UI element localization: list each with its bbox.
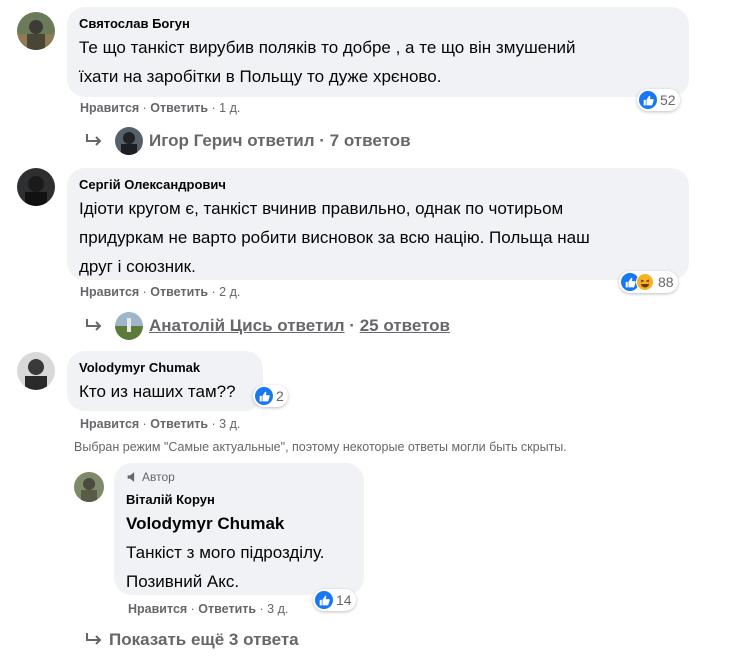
like-link[interactable]: Нравится — [80, 101, 139, 115]
comment-author[interactable]: Volodymyr Chumak — [79, 359, 251, 377]
avatar[interactable] — [17, 12, 55, 50]
reply-arrow-icon — [86, 134, 102, 146]
like-icon — [639, 91, 657, 109]
like-link[interactable]: Нравится — [80, 417, 139, 431]
like-icon — [315, 591, 333, 609]
comment-author[interactable]: Святослав Богун — [79, 15, 677, 33]
avatar — [115, 312, 143, 340]
view-replies[interactable]: Игор Герич ответил · 7 ответов — [83, 127, 411, 155]
timestamp[interactable]: 3 д. — [267, 602, 288, 616]
timestamp[interactable]: 2 д. — [219, 285, 240, 299]
comment-actions: Нравится · Ответить · 3 д. — [80, 417, 241, 431]
show-more-label: Показать ещё 3 ответа — [109, 630, 299, 649]
reply-actions: Нравится · Ответить · 3 д. — [128, 602, 289, 616]
comment-bubble: Святослав Богун Те що танкіст вирубив по… — [67, 7, 689, 97]
reply-bubble: Автор Віталій Корун Volodymyr Chumak Тан… — [114, 463, 364, 595]
comment-text: Те що танкіст вирубив поляків то добре ,… — [79, 38, 576, 86]
comment-author[interactable]: Сергій Олександрович — [79, 176, 677, 194]
reply-link[interactable]: Ответить — [150, 417, 208, 431]
replies-count: 25 ответов — [359, 316, 450, 335]
haha-icon — [636, 273, 654, 291]
avatar[interactable] — [17, 168, 55, 206]
like-link[interactable]: Нравится — [80, 285, 139, 299]
avatar[interactable] — [74, 472, 104, 502]
replies-name: Анатолій Цись ответил — [149, 316, 345, 335]
microphone-icon — [127, 472, 135, 482]
like-icon — [255, 387, 273, 405]
reaction-count[interactable]: 2 — [253, 385, 288, 407]
comment-bubble: Volodymyr Chumak Кто из наших там?? — [67, 351, 263, 411]
reaction-count[interactable]: 52 — [637, 89, 680, 111]
reply-link[interactable]: Ответить — [150, 101, 208, 115]
comment-text: Кто из наших там?? — [79, 382, 236, 401]
timestamp[interactable]: 3 д. — [219, 417, 240, 431]
comment-actions: Нравится · Ответить · 2 д. — [80, 285, 241, 299]
view-replies[interactable]: Анатолій Цись ответил · 25 ответов — [83, 312, 450, 340]
timestamp[interactable]: 1 д. — [219, 101, 240, 115]
like-link[interactable]: Нравится — [128, 602, 187, 616]
reply-arrow-icon — [86, 319, 102, 331]
avatar — [115, 127, 143, 155]
reply-link[interactable]: Ответить — [150, 285, 208, 299]
reply-author[interactable]: Віталій Корун — [126, 491, 352, 509]
filter-notice: Выбран режим "Самые актуальные", поэтому… — [74, 440, 567, 454]
replies-name: Игор Герич ответил — [149, 131, 315, 150]
author-badge: Автор — [126, 469, 352, 485]
mention-link[interactable]: Volodymyr Chumak — [126, 509, 352, 538]
avatar[interactable] — [17, 352, 55, 390]
reaction-count[interactable]: 88 — [619, 271, 678, 293]
reply-text: Volodymyr Chumak Танкіст з мого підрозді… — [126, 509, 352, 596]
comment-actions: Нравится · Ответить · 1 д. — [80, 101, 241, 115]
show-more-replies[interactable]: Показать ещё 3 ответа — [83, 630, 299, 650]
reply-link[interactable]: Ответить — [198, 602, 256, 616]
comment-bubble: Сергій Олександрович Ідіоти кругом є, та… — [67, 168, 689, 280]
replies-count: 7 ответов — [329, 131, 411, 150]
comment-text: Ідіоти кругом є, танкіст вчинив правильн… — [79, 199, 590, 276]
reply-arrow-icon — [86, 633, 102, 645]
reaction-count[interactable]: 14 — [313, 589, 356, 611]
